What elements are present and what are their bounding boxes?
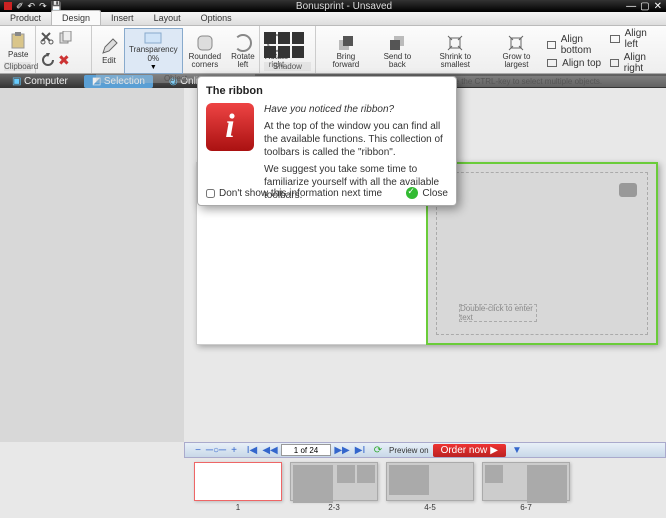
first-page-icon[interactable]: I◀	[245, 444, 259, 456]
page-field[interactable]: 1 of 24	[281, 444, 331, 456]
copy-icon[interactable]	[58, 31, 74, 45]
info-icon: i	[206, 103, 254, 151]
tab-layout[interactable]: Layout	[144, 11, 191, 25]
align-bottom-button[interactable]: Align bottom	[547, 34, 606, 56]
next-page-icon[interactable]: ▶▶	[335, 444, 349, 456]
tab-options[interactable]: Options	[191, 11, 242, 25]
window-title: Bonusprint - Unsaved	[62, 1, 626, 12]
info-popup: The ribbon i Have you noticed the ribbon…	[197, 76, 457, 206]
dont-show-checkbox[interactable]: Don't show this information next time	[206, 188, 382, 199]
align-top-button[interactable]: Align top	[547, 58, 606, 69]
shrink-button[interactable]: Shrink to smallest	[425, 32, 486, 71]
paste-button[interactable]: Paste	[4, 30, 32, 61]
zoom-slider[interactable]: ─○─	[209, 444, 223, 456]
popup-close-button[interactable]: Close	[406, 187, 448, 199]
group-shadow: Shadow	[264, 62, 311, 71]
tab-insert[interactable]: Insert	[101, 11, 144, 25]
ribbon: Paste Clipboard ✖ Edit Transparency0%▼ R…	[0, 26, 666, 74]
thumb-2[interactable]: 2-3	[290, 462, 378, 512]
camera-icon	[619, 183, 637, 197]
refresh-icon[interactable]: ⟳	[371, 444, 385, 456]
rotate-ccw-icon[interactable]	[40, 53, 56, 67]
text-placeholder[interactable]: Double-click to enter text	[459, 304, 537, 322]
menu-tabs: Product Design Insert Layout Options	[0, 12, 666, 26]
zoom-in-icon[interactable]: +	[227, 444, 241, 456]
undo-icon[interactable]: ↶	[28, 1, 36, 12]
bring-forward-button[interactable]: Bring forward	[322, 32, 370, 71]
ok-icon	[406, 187, 418, 199]
last-page-icon[interactable]: ▶I	[353, 444, 367, 456]
edit-button[interactable]: Edit	[96, 36, 122, 67]
source-computer[interactable]: ▣ Computer	[4, 75, 76, 88]
cut-icon[interactable]	[40, 31, 56, 45]
order-now-button[interactable]: Order now▶	[433, 444, 506, 457]
side-panel	[0, 88, 184, 442]
zoom-out-icon[interactable]: −	[191, 444, 205, 456]
send-back-button[interactable]: Send to back	[374, 32, 421, 71]
minimize-button[interactable]: —	[626, 1, 636, 12]
delete-icon[interactable]: ✖	[58, 52, 70, 69]
thumbnails: 1 2-3 4-5 6-7	[184, 458, 666, 516]
tab-design[interactable]: Design	[51, 10, 101, 25]
rounded-corners-button[interactable]: Rounded corners	[185, 32, 225, 71]
popup-title: The ribbon	[206, 85, 448, 97]
prev-page-icon[interactable]: ◀◀	[263, 444, 277, 456]
app-icon	[4, 2, 12, 10]
align-left-button[interactable]: Align left	[610, 28, 660, 50]
tool-icon[interactable]: ✐	[16, 1, 24, 12]
thumb-4[interactable]: 6-7	[482, 462, 570, 512]
align-right-button[interactable]: Align right	[610, 52, 660, 74]
bottom-panel: − ─○─ + I◀ ◀◀ 1 of 24 ▶▶ ▶I ⟳ Preview on…	[184, 442, 666, 518]
thumb-1[interactable]: 1	[194, 462, 282, 512]
preview-label[interactable]: Preview on	[389, 446, 429, 455]
page-navigator: − ─○─ + I◀ ◀◀ 1 of 24 ▶▶ ▶I ⟳ Preview on…	[184, 442, 666, 458]
grow-button[interactable]: Grow to largest	[490, 32, 543, 71]
maximize-button[interactable]: ▢	[640, 1, 649, 12]
rotate-left-button[interactable]: Rotate left	[227, 32, 259, 71]
tab-product[interactable]: Product	[0, 11, 51, 25]
redo-icon[interactable]: ↷	[39, 1, 47, 12]
thumb-3[interactable]: 4-5	[386, 462, 474, 512]
dropdown-icon[interactable]: ▼	[510, 444, 524, 456]
shadow-presets[interactable]	[264, 32, 306, 58]
page-right[interactable]: Double-click to enter text	[426, 162, 658, 345]
transparency-button[interactable]: Transparency0%▼	[124, 28, 183, 74]
group-clipboard: Clipboard	[4, 62, 31, 71]
close-button[interactable]: ✕	[654, 1, 662, 12]
